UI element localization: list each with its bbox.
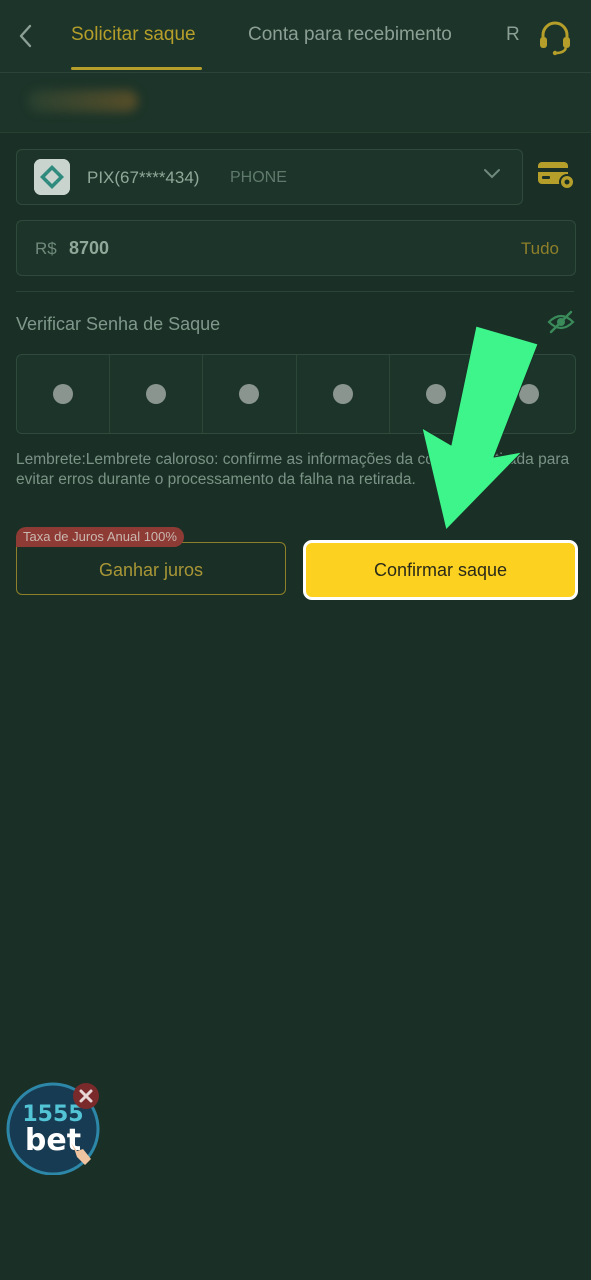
password-digit[interactable] <box>17 355 111 433</box>
password-digit[interactable] <box>203 355 297 433</box>
earn-interest-button[interactable]: Ganhar juros <box>16 542 286 595</box>
password-dot <box>53 384 74 404</box>
amount-value[interactable]: 8700 <box>69 238 109 259</box>
confirm-withdraw-label: Confirmar saque <box>373 560 508 580</box>
close-icon[interactable] <box>72 1082 100 1110</box>
brand-word: bet <box>25 1123 81 1158</box>
account-name: PIX(67****434) <box>87 168 200 187</box>
earn-interest-label: Ganhar juros <box>98 560 204 580</box>
support-headset-icon[interactable] <box>536 18 574 56</box>
floating-brand-logo[interactable]: 1555 bet <box>5 1079 101 1176</box>
account-type: PHONE <box>230 169 287 186</box>
interest-rate-badge: Taxa de Juros Anual 100% <box>16 527 184 547</box>
divider <box>16 291 574 292</box>
password-dot <box>332 384 353 404</box>
blurred-balance <box>28 90 138 112</box>
eye-slash-icon[interactable] <box>546 310 576 334</box>
password-digit[interactable] <box>110 355 204 433</box>
account-select[interactable]: PIX(67****434) PHONE <box>16 149 523 205</box>
tab-records[interactable]: R <box>506 24 520 46</box>
tab-conta-recebimento[interactable]: Conta para recebimento <box>248 24 452 46</box>
password-dot <box>239 384 260 404</box>
top-nav: Solicitar saque Conta para recebimento R <box>0 0 591 73</box>
confirm-withdraw-button[interactable]: Confirmar saque <box>303 540 578 600</box>
currency-symbol: R$ <box>35 239 57 258</box>
tab-solicitar-saque[interactable]: Solicitar saque <box>71 24 196 46</box>
all-amount-button[interactable]: Tudo <box>521 239 559 259</box>
pointer-arrow-icon <box>421 325 539 531</box>
back-arrow-icon[interactable] <box>14 22 38 50</box>
password-digit[interactable] <box>297 355 390 433</box>
password-label: Verificar Senha de Saque <box>16 314 221 334</box>
active-tab-indicator <box>71 67 202 70</box>
amount-input[interactable]: R$ 8700 Tudo <box>16 220 576 276</box>
pix-icon <box>34 159 70 195</box>
password-dot <box>146 384 167 404</box>
card-settings-icon[interactable] <box>536 158 576 192</box>
chevron-down-icon <box>484 169 500 179</box>
